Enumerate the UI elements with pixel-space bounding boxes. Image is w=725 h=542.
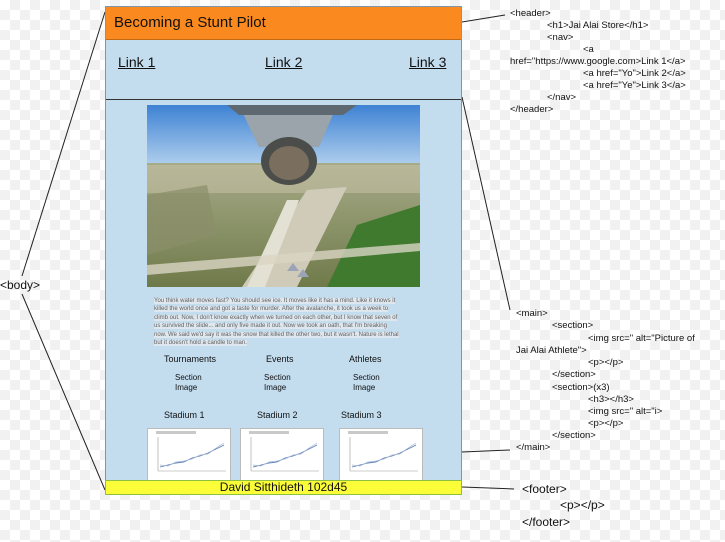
nav-link-2[interactable]: Link 2 [265, 54, 302, 70]
body-tag-label: <body> [0, 278, 41, 292]
mockup-title: Becoming a Stunt Pilot [114, 14, 266, 31]
code-line: <section> [552, 320, 594, 331]
code-line: href="https://www.google.com>Link 1</a> [510, 56, 686, 67]
code-line: <a [583, 44, 594, 55]
code-line: <nav> [547, 32, 574, 43]
stadium-chart-thumbnail [147, 428, 231, 481]
code-line: <main> [516, 308, 548, 319]
hero-image [147, 105, 420, 287]
section-heading-tournaments: Tournaments [164, 354, 217, 364]
stadium-heading-1: Stadium 1 [164, 410, 205, 420]
code-line: </footer> [522, 515, 571, 529]
nav-link-1[interactable]: Link 1 [118, 54, 155, 70]
stadium-chart-thumbnail [339, 428, 423, 481]
code-line: </main> [516, 442, 551, 453]
section-heading-events: Events [266, 354, 294, 364]
code-line: <section>(x3) [552, 382, 610, 393]
nav-link-3[interactable]: Link 3 [409, 54, 446, 70]
intro-paragraph: You think water moves fast? You should s… [154, 298, 399, 347]
code-line: <footer> [522, 482, 567, 496]
mockup-footer: David Sitthideth 102d45 [105, 480, 462, 495]
header-divider [106, 99, 461, 100]
code-line: <p></p> [588, 418, 624, 429]
code-line: Jai Alai Athlete"> [516, 345, 587, 356]
code-line: </section> [552, 369, 596, 380]
footer-text: David Sitthideth 102d45 [219, 480, 348, 494]
section-image-placeholder: Section Image [175, 373, 202, 392]
code-line: <img src=" alt="i> [588, 406, 663, 417]
code-line: <p></p> [560, 498, 605, 512]
code-line: </header> [510, 104, 554, 115]
stadium-heading-3: Stadium 3 [341, 410, 382, 420]
code-line: <h3></h3> [588, 394, 634, 405]
code-line: <h1>Jai Alai Store</h1> [547, 20, 649, 31]
code-line: </nav> [547, 92, 577, 103]
code-line: <a href="Yo">Link 2</a> [583, 68, 686, 79]
code-line: <a href="Ye">Link 3</a> [583, 80, 686, 91]
section-image-placeholder: Section Image [353, 373, 380, 392]
code-line: </section> [552, 430, 596, 441]
mockup-header: Becoming a Stunt Pilot [106, 7, 461, 40]
stadium-heading-2: Stadium 2 [257, 410, 298, 420]
section-heading-athletes: Athletes [349, 354, 382, 364]
code-line: <p></p> [588, 357, 624, 368]
page-mockup: Becoming a Stunt Pilot Link 1 Link 2 Lin… [105, 6, 462, 495]
stadium-chart-thumbnail [240, 428, 324, 481]
code-line: <header> [510, 8, 551, 19]
section-image-placeholder: Section Image [264, 373, 291, 392]
code-line: <img src=" alt="Picture of [588, 333, 695, 344]
